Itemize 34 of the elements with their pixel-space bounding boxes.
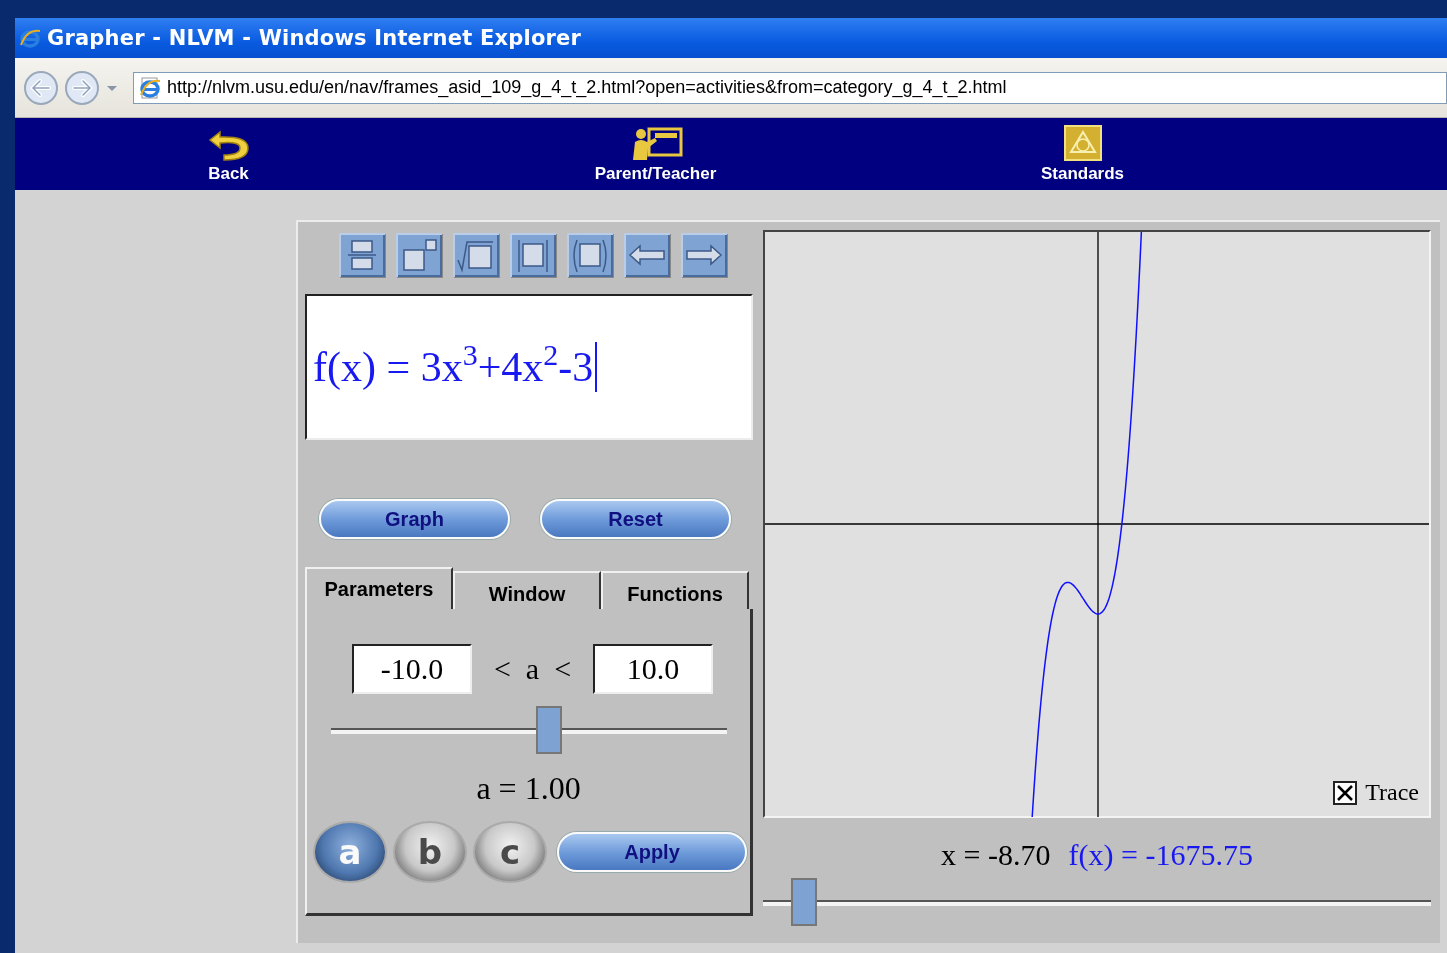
minimum-field[interactable]: -10.0 xyxy=(351,644,472,694)
slider-thumb[interactable] xyxy=(536,706,563,754)
maximum-field[interactable]: 10.0 xyxy=(593,644,714,694)
tab[interactable]: Parameters xyxy=(305,567,453,609)
absolute-value-tool-icon[interactable] xyxy=(510,233,556,277)
parameter-slider[interactable] xyxy=(330,706,727,754)
browser-icon xyxy=(19,27,41,49)
function-value: f(x) = -1675.75 xyxy=(1068,838,1253,872)
graph-button[interactable]: Graph xyxy=(319,499,510,539)
slider-thumb[interactable] xyxy=(791,878,818,926)
nav-link[interactable]: Parent/Teacher xyxy=(442,118,869,190)
parentheses-tool-icon[interactable] xyxy=(567,233,613,277)
address-field[interactable]: http://nlvm.usu.edu/en/nav/frames_asid_109_g_4_t_2.html?open=activities&from=category_g_4_t_2.html xyxy=(133,71,1447,104)
tab[interactable]: Window xyxy=(453,571,601,609)
apply-button[interactable]: Apply xyxy=(557,832,747,872)
fraction-tool-icon[interactable] xyxy=(339,233,385,277)
parameter-range-label: < a < xyxy=(493,652,572,686)
tab[interactable]: Functions xyxy=(601,571,749,609)
trace-label: Trace xyxy=(1365,779,1419,806)
window-title: Grapher - NLVM - Windows Internet Explorer xyxy=(47,26,582,50)
expression-field[interactable]: f(x) = 3x$^{3}$+4x$^{2}$-3 xyxy=(305,294,753,440)
trace-slider[interactable] xyxy=(763,878,1431,926)
exponent-tool-icon[interactable] xyxy=(396,233,442,277)
standards-emblem-icon xyxy=(1062,124,1103,162)
parameter-button[interactable]: b xyxy=(393,821,467,883)
parameter-button[interactable]: c xyxy=(473,821,547,883)
page-icon xyxy=(139,76,161,99)
nav-link[interactable]: Back xyxy=(15,118,442,190)
parameter-value: a = 1.00 xyxy=(476,770,581,807)
square-root-tool-icon[interactable] xyxy=(453,233,499,277)
trace-checkbox[interactable] xyxy=(1333,780,1358,805)
reset-button[interactable]: Reset xyxy=(540,499,731,539)
nav-link[interactable]: Standards xyxy=(869,118,1296,190)
x-value: x = -8.70 xyxy=(941,838,1051,872)
